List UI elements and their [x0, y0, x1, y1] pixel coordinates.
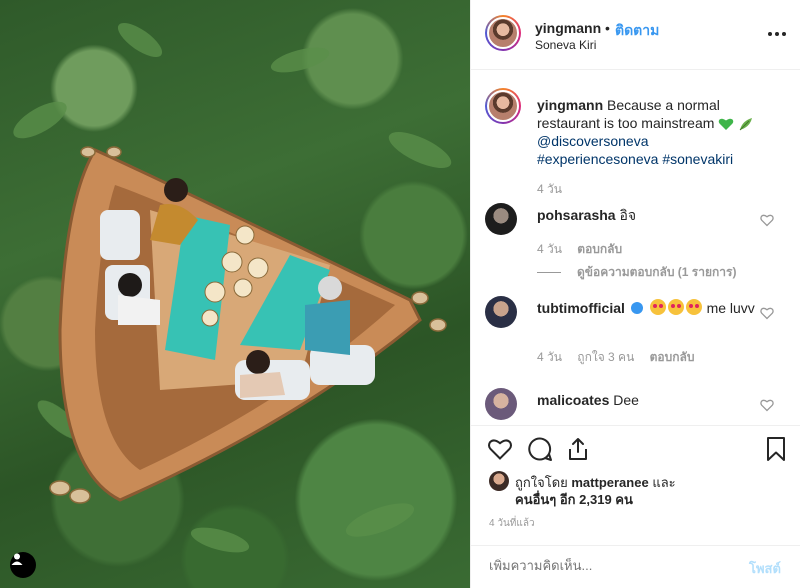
tagged-user-icon[interactable] [10, 552, 36, 578]
likes-others-button[interactable]: คนอื่นๆ อีก 2,319 คน [515, 492, 633, 507]
like-comment-heart-icon[interactable] [760, 213, 774, 227]
herb-leaf-icon [739, 118, 753, 131]
share-icon[interactable] [565, 436, 591, 462]
like-heart-icon[interactable] [487, 436, 513, 462]
person-icon [11, 553, 23, 565]
likes-and: และ [652, 475, 676, 490]
comment-text: อิจ [619, 207, 637, 223]
comment-time[interactable]: 4 วัน [537, 242, 562, 256]
post-comment-button[interactable]: โพสต์ [749, 558, 781, 579]
likes-prefix: ถูกใจโดย [515, 475, 568, 490]
comment-text-block: tubtimofficial me luvv [537, 299, 763, 317]
caption-meta: 4 วัน [537, 180, 574, 199]
post-photo[interactable] [0, 0, 470, 588]
commenter-avatar[interactable] [485, 388, 517, 420]
post-header: yingmann • ติดตาม Soneva Kiri [471, 0, 800, 70]
post-side-panel: yingmann • ติดตาม Soneva Kiri yingmann B… [470, 0, 800, 588]
comment-text-block: pohsarasha อิจ [537, 206, 763, 224]
author-username[interactable]: yingmann [535, 20, 601, 36]
liker-avatar[interactable] [489, 471, 509, 491]
more-options-icon[interactable] [767, 26, 787, 42]
add-comment-bar: โพสต์ [471, 545, 800, 588]
heart-eyes-emoji-icon [649, 299, 666, 316]
commenter-avatar[interactable] [485, 203, 517, 235]
post-actions: ถูกใจโดย mattperanee และ คนอื่นๆ อีก 2,3… [471, 425, 800, 545]
hashtag-link[interactable]: #sonevakiri [662, 151, 733, 167]
comment-username[interactable]: pohsarasha [537, 207, 616, 223]
reply-button[interactable]: ตอบกลับ [577, 242, 622, 256]
follow-button[interactable]: ติดตาม [615, 20, 659, 42]
separator-dot: • [605, 20, 610, 36]
comment-likes[interactable]: ถูกใจ 3 คน [577, 350, 634, 364]
mention-link[interactable]: @discoversoneva [537, 133, 649, 149]
comment-input[interactable] [489, 558, 729, 573]
comment-bubble-icon[interactable] [527, 436, 553, 462]
caption-avatar[interactable] [485, 88, 521, 124]
like-comment-heart-icon[interactable] [760, 398, 774, 412]
hashtag-link[interactable]: #experiencesoneva [537, 151, 658, 167]
boat-table-illustration [13, 22, 452, 553]
view-replies-button[interactable]: ดูข้อความตอบกลับ (1 รายการ) [537, 263, 736, 282]
commenter-avatar[interactable] [485, 296, 517, 328]
comment-meta: 4 วัน ตอบกลับ [537, 240, 634, 259]
author-avatar[interactable] [485, 15, 521, 51]
comment-time[interactable]: 4 วัน [537, 350, 562, 364]
caption-time[interactable]: 4 วัน [537, 182, 562, 196]
comment-meta: 4 วัน ถูกใจ 3 คน ตอบกลับ [537, 348, 707, 367]
caption-username[interactable]: yingmann [537, 97, 603, 113]
likes-others: คนอื่นๆ อีก 2,319 คน [515, 489, 633, 510]
comment-username[interactable]: tubtimofficial [537, 300, 625, 316]
post-timestamp[interactable]: 4 วันที่แล้ว [489, 516, 535, 531]
green-heart-icon [719, 118, 734, 131]
comments-list[interactable]: yingmann Because a normal restaurant is … [471, 70, 800, 425]
comment-username[interactable]: malicoates [537, 392, 609, 408]
reply-button[interactable]: ตอบกลับ [650, 350, 695, 364]
like-comment-heart-icon[interactable] [760, 306, 774, 320]
bookmark-icon[interactable] [763, 436, 789, 462]
heart-eyes-emoji-icon [667, 299, 684, 316]
replies-divider-line [537, 272, 561, 274]
verified-badge-icon [630, 302, 643, 315]
liker-username[interactable]: mattperanee [571, 475, 648, 490]
view-replies-label: ดูข้อความตอบกลับ (1 รายการ) [577, 265, 737, 279]
heart-eyes-emoji-icon [685, 299, 702, 316]
comment-text-block: malicoates Dee [537, 391, 763, 409]
comment-text: me luvv [706, 300, 755, 316]
comment-text: Dee [613, 392, 639, 408]
location-link[interactable]: Soneva Kiri [535, 38, 596, 52]
caption-text-block: yingmann Because a normal restaurant is … [537, 96, 763, 168]
